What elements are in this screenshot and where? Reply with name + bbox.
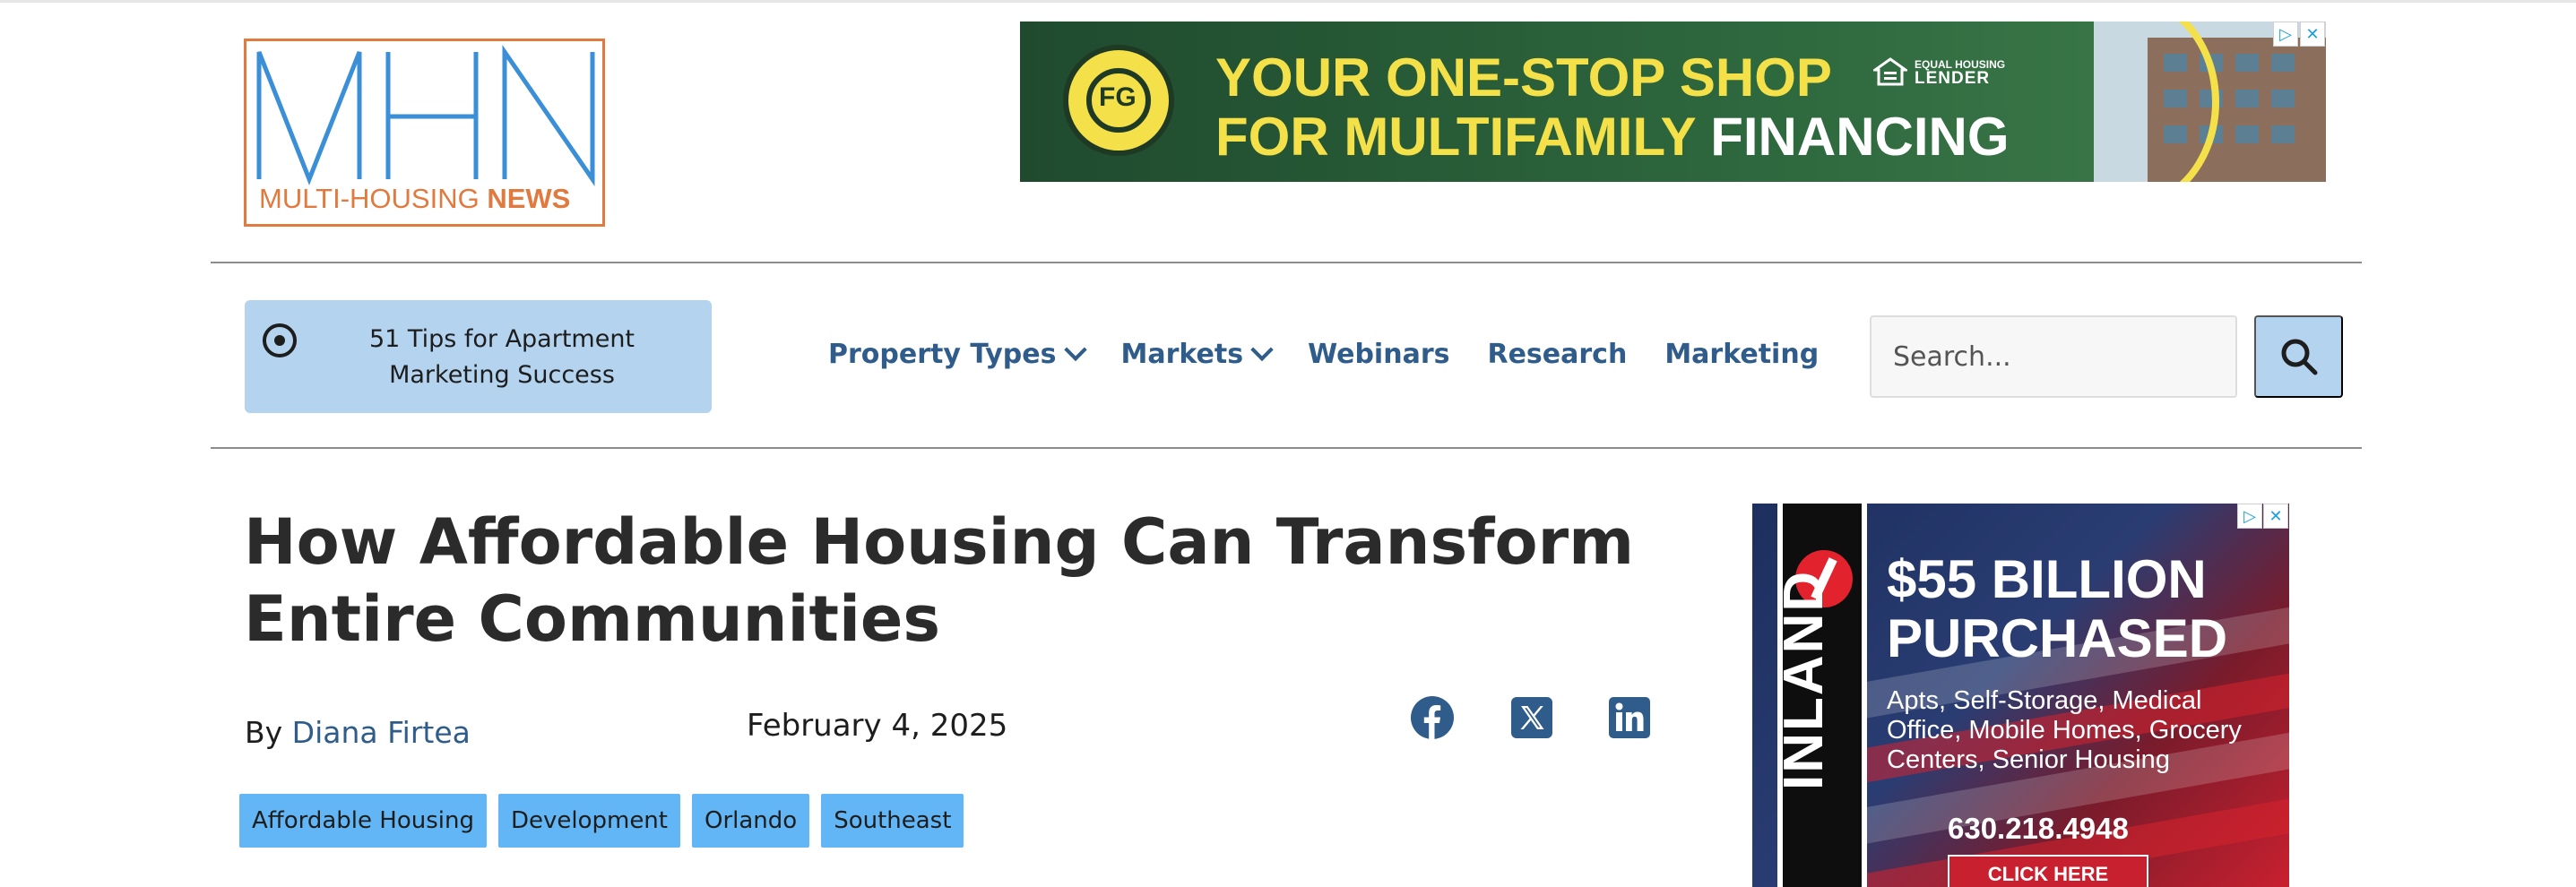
- featured-tip-text: 51 Tips for Apartment Marketing Success: [368, 325, 635, 389]
- adchoices-icon[interactable]: ▷: [2273, 22, 2298, 47]
- logo-subtitle: MULTI-HOUSING NEWS: [259, 183, 570, 215]
- nav-research[interactable]: Research: [1487, 339, 1627, 370]
- ad-close-icon[interactable]: ✕: [2263, 504, 2288, 529]
- byline: By Diana Firtea: [245, 715, 471, 750]
- ad-seal-logo: FG: [1063, 45, 1174, 156]
- nav-label: Marketing: [1664, 339, 1820, 370]
- tag-orlando[interactable]: Orlando: [691, 794, 810, 848]
- radio-dot-icon: [263, 323, 297, 357]
- publish-date: February 4, 2025: [747, 708, 1008, 744]
- nav-marketing[interactable]: Marketing: [1664, 339, 1819, 370]
- nav-label: Research: [1487, 339, 1628, 370]
- share-facebook-button[interactable]: [1410, 695, 1455, 740]
- ad-line-2b: FINANCING: [1710, 107, 2010, 167]
- chevron-down-icon: [1063, 338, 1087, 361]
- logo-sub-plain: MULTI-HOUSING: [259, 183, 488, 214]
- author-link[interactable]: Diana Firtea: [292, 715, 471, 750]
- nav-markets[interactable]: Markets: [1120, 338, 1274, 370]
- adchoices-icon[interactable]: ▷: [2237, 504, 2262, 529]
- top-banner-ad[interactable]: FG YOUR ONE-STOP SHOP FOR MULTIFAMILY FI…: [1020, 22, 2326, 182]
- ehl-big-text: LENDER: [1915, 69, 1991, 88]
- side-ad[interactable]: INLAND $55 BILLION PURCHASED Apts, Self-S…: [1752, 504, 2289, 887]
- tag-affordable-housing[interactable]: Affordable Housing: [239, 794, 487, 848]
- byline-prefix: By: [245, 715, 292, 750]
- ad-details: Apts, Self-Storage, Medical Office, Mobi…: [1887, 686, 2242, 774]
- article-headline: How Affordable Housing Can Transform Ent…: [244, 505, 1635, 656]
- search-button[interactable]: [2254, 315, 2343, 398]
- tag-southeast[interactable]: Southeast: [821, 794, 964, 848]
- logo-sub-bold: NEWS: [487, 183, 571, 214]
- ad-cta-button[interactable]: CLICK HERE: [1948, 855, 2148, 887]
- article-tags: Affordable Housing Development Orlando S…: [239, 794, 975, 848]
- ad-line-2a: FOR MULTIFAMILY: [1215, 107, 1711, 167]
- main-nav: Property Types Markets Webinars Research…: [828, 338, 1856, 370]
- nav-label: Markets: [1120, 339, 1244, 370]
- ad-brand-name: INLAND: [1773, 569, 1835, 790]
- top-border: [0, 0, 2576, 3]
- nav-webinars[interactable]: Webinars: [1308, 339, 1449, 370]
- search-input[interactable]: [1870, 315, 2237, 398]
- x-twitter-icon: [1511, 697, 1552, 738]
- equal-housing-icon: [1873, 57, 1907, 86]
- ad-seal-text: FG: [1099, 82, 1137, 112]
- search-icon: [2281, 339, 2317, 375]
- linkedin-icon: [1609, 697, 1650, 738]
- equal-housing-lender: EQUAL HOUSING LENDER: [1873, 57, 2005, 88]
- chevron-down-icon: [1250, 338, 1274, 361]
- ad-close-icon[interactable]: ✕: [2300, 22, 2325, 47]
- ad-line-1: YOUR ONE-STOP SHOP: [1215, 47, 1832, 108]
- featured-tip-link[interactable]: 51 Tips for Apartment Marketing Success: [245, 300, 712, 413]
- ad-line-2: FOR MULTIFAMILY FINANCING: [1215, 106, 2010, 168]
- site-logo[interactable]: MULTI-HOUSING NEWS: [244, 39, 605, 227]
- share-x-button[interactable]: [1509, 695, 1554, 740]
- share-linkedin-button[interactable]: [1607, 695, 1652, 740]
- ad-headline: $55 BILLION PURCHASED: [1887, 550, 2227, 668]
- nav-property-types[interactable]: Property Types: [828, 338, 1087, 370]
- logo-mhn-letters: [256, 45, 595, 187]
- ad-headline-1: $55 BILLION: [1887, 549, 2207, 609]
- header-divider-bottom: [211, 447, 2362, 449]
- ad-phone: 630.218.4948: [1948, 812, 2129, 845]
- nav-label: Property Types: [828, 339, 1057, 370]
- ad-headline-2: PURCHASED: [1887, 608, 2228, 668]
- header-divider-top: [211, 262, 2362, 263]
- nav-label: Webinars: [1308, 339, 1450, 370]
- facebook-icon: [1411, 696, 1454, 739]
- tag-development[interactable]: Development: [497, 794, 680, 848]
